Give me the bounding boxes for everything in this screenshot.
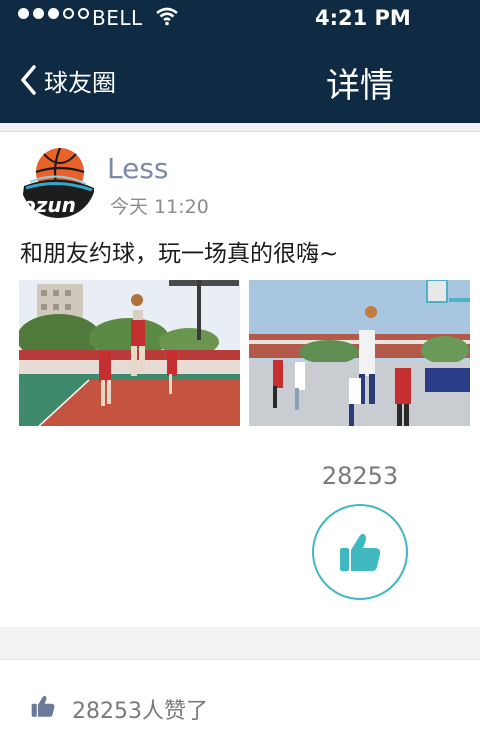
post-image-1[interactable] <box>19 280 240 426</box>
likes-summary: 28253人赞了 <box>0 659 480 745</box>
thumbs-up-icon <box>340 533 381 571</box>
likes-summary-text[interactable]: 28253人赞了 <box>72 693 208 725</box>
back-button[interactable]: 球友圈 <box>18 62 116 98</box>
chevron-left-icon <box>21 65 36 95</box>
like-button[interactable] <box>312 504 408 600</box>
avatar[interactable]: ozun <box>20 142 96 218</box>
top-header: BELL 4:21 PM 球友圈 详情 <box>0 0 480 123</box>
status-bar: BELL 4:21 PM <box>0 0 480 36</box>
thumbs-up-icon <box>31 695 55 717</box>
avatar-text: ozun <box>22 193 76 217</box>
post-time: 今天 11:20 <box>110 196 209 218</box>
wifi-icon <box>156 7 178 26</box>
carrier-name: BELL <box>92 6 143 30</box>
signal-strength-icon <box>18 8 89 19</box>
status-time: 4:21 PM <box>315 6 411 30</box>
like-count: 28253 <box>321 462 399 490</box>
post-text: 和朋友约球，玩一场真的很嗨~ <box>20 241 339 267</box>
back-label: 球友圈 <box>44 68 116 97</box>
username[interactable]: Less <box>107 152 169 185</box>
post-image-2[interactable] <box>249 280 470 426</box>
post-card: ozun Less 今天 11:20 和朋友约球，玩一场真的很嗨~ 28253 <box>0 131 480 627</box>
page-title: 详情 <box>326 66 394 106</box>
